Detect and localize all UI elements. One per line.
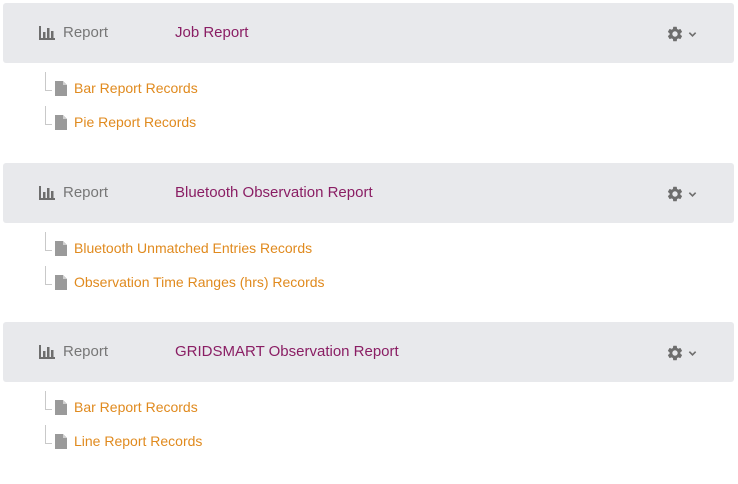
report-block: Report Job Report Bar Report Records Pie… [3, 3, 734, 165]
document-icon [55, 400, 67, 415]
tree-connector [45, 232, 52, 251]
document-icon [55, 241, 67, 256]
gear-icon [667, 26, 683, 42]
record-link[interactable]: Bar Report Records [74, 399, 198, 415]
bar-chart-icon [39, 345, 55, 359]
document-icon [55, 434, 67, 449]
report-title[interactable]: Job Report [175, 24, 248, 41]
report-title[interactable]: GRIDSMART Observation Report [175, 343, 399, 360]
report-type-label: Report [63, 24, 109, 41]
record-link[interactable]: Pie Report Records [74, 114, 196, 130]
chevron-down-icon [688, 191, 697, 197]
tree-connector [45, 391, 52, 410]
report-block: Report GRIDSMART Observation Report Bar … [3, 322, 734, 484]
document-icon [55, 275, 67, 290]
chevron-down-icon [688, 350, 697, 356]
record-item: Bar Report Records [45, 391, 445, 419]
report-type-label: Report [63, 343, 109, 360]
record-link[interactable]: Observation Time Ranges (hrs) Records [74, 274, 325, 290]
settings-dropdown-button[interactable] [666, 184, 704, 204]
record-item: Observation Time Ranges (hrs) Records [45, 266, 445, 294]
bar-chart-icon [39, 186, 55, 200]
settings-dropdown-button[interactable] [666, 24, 704, 44]
record-link[interactable]: Bluetooth Unmatched Entries Records [74, 240, 312, 256]
report-title[interactable]: Bluetooth Observation Report [175, 184, 373, 201]
report-type-label: Report [63, 184, 109, 201]
bar-chart-icon [39, 26, 55, 40]
record-list: Bar Report Records Line Report Records [3, 382, 734, 484]
gear-icon [667, 186, 683, 202]
chevron-down-icon [688, 31, 697, 37]
tree-connector [45, 266, 52, 285]
document-icon [55, 81, 67, 96]
report-block: Report Bluetooth Observation Report Blue… [3, 163, 734, 325]
record-list: Bar Report Records Pie Report Records [3, 63, 734, 165]
record-item: Line Report Records [45, 425, 445, 453]
document-icon [55, 115, 67, 130]
report-header: Report Bluetooth Observation Report [3, 163, 734, 223]
record-link[interactable]: Bar Report Records [74, 80, 198, 96]
tree-connector [45, 72, 52, 91]
record-list: Bluetooth Unmatched Entries Records Obse… [3, 223, 734, 325]
report-header: Report GRIDSMART Observation Report [3, 322, 734, 382]
settings-dropdown-button[interactable] [666, 343, 704, 363]
report-header: Report Job Report [3, 3, 734, 63]
gear-icon [667, 345, 683, 361]
record-item: Bluetooth Unmatched Entries Records [45, 232, 445, 260]
record-item: Pie Report Records [45, 106, 445, 134]
tree-connector [45, 106, 52, 125]
record-link[interactable]: Line Report Records [74, 433, 202, 449]
record-item: Bar Report Records [45, 72, 445, 100]
tree-connector [45, 425, 52, 444]
